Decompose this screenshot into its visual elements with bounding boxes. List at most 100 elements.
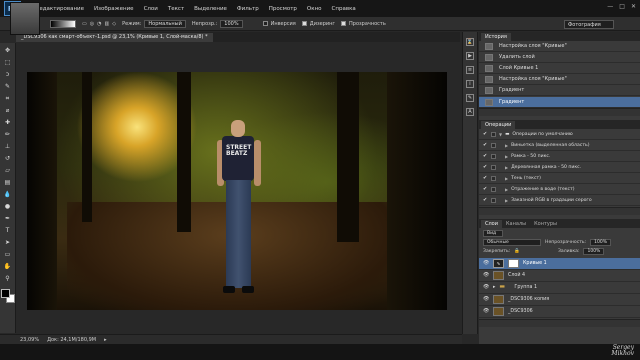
action-set[interactable]: ✔ ▼ ▬ Операции по умолчанию (479, 129, 640, 140)
menu-item-filter[interactable]: Фильтр (232, 6, 264, 12)
expand-arrow-icon[interactable]: ▶ (505, 165, 508, 170)
move-tool-icon[interactable]: ✥ (3, 46, 13, 55)
inverse-checkbox[interactable] (262, 21, 268, 26)
document-image[interactable]: STREET BEATZ (27, 72, 447, 310)
healing-brush-tool-icon[interactable]: ✚ (3, 118, 13, 127)
canvas-area[interactable]: STREET BEATZ (17, 42, 462, 334)
brush-tool-icon[interactable]: ✏ (3, 130, 13, 139)
gradient-radial-icon[interactable]: ◎ (90, 21, 94, 27)
properties-panel-icon[interactable]: ≡ (466, 66, 474, 74)
crop-tool-icon[interactable]: ⌗ (3, 94, 13, 103)
blur-tool-icon[interactable]: 💧 (3, 190, 13, 199)
history-brush-tool-icon[interactable]: ↺ (3, 154, 13, 163)
gradient-angle-icon[interactable]: ◔ (97, 21, 101, 27)
history-item[interactable]: Слой Кривые 1 (479, 63, 640, 74)
opacity-input[interactable]: 100% (220, 19, 243, 28)
history-item[interactable]: Градиент (479, 85, 640, 96)
dodge-tool-icon[interactable]: ● (3, 202, 13, 211)
info-panel-icon[interactable]: i (466, 80, 474, 88)
layer-row[interactable]: 👁 ∿ Кривые 1 (479, 258, 640, 270)
expand-arrow-icon[interactable]: ▼ (499, 132, 502, 137)
expand-arrow-icon[interactable]: ▶ (505, 187, 508, 192)
color-swatches[interactable] (0, 289, 15, 303)
action-item[interactable]: ✔ ▶ Виньетка (выделенная область) (479, 140, 640, 151)
marquee-tool-icon[interactable]: ⬚ (3, 58, 13, 67)
action-item[interactable]: ✔ ▶ Рамка - 50 пикс. (479, 151, 640, 162)
maximize-icon[interactable]: □ (619, 3, 625, 10)
action-item[interactable]: ✔ ▶ Тень (текст) (479, 173, 640, 184)
expand-arrow-icon[interactable]: ▶ (505, 176, 508, 181)
expand-arrow-icon[interactable]: ▶ (505, 198, 508, 203)
expand-arrow-icon[interactable]: ▶ (505, 143, 508, 148)
action-item[interactable]: ✔ ▶ Деревянная рамка - 50 пикс. (479, 162, 640, 173)
eye-icon[interactable]: 👁 (483, 261, 489, 266)
eye-icon[interactable]: 👁 (483, 273, 489, 278)
tab-paths[interactable]: Контуры (530, 220, 561, 228)
actions-panel-icon[interactable]: ▶ (466, 52, 474, 60)
menu-item-window[interactable]: Окно (302, 6, 327, 12)
close-icon[interactable]: ✕ (631, 3, 636, 10)
gradient-preview[interactable] (50, 19, 76, 28)
eye-icon[interactable]: 👁 (483, 285, 489, 290)
zoom-level[interactable]: 23,09% (20, 337, 39, 343)
layer-opacity-input[interactable]: 100% (590, 239, 612, 246)
hand-tool-icon[interactable]: ✋ (3, 262, 13, 271)
transparency-checkbox[interactable] (341, 21, 347, 26)
tab-channels[interactable]: Каналы (502, 220, 530, 228)
tab-history[interactable]: История (481, 33, 511, 41)
check-icon[interactable]: ✔ (483, 186, 488, 192)
lasso-tool-icon[interactable]: ↄ (3, 70, 13, 79)
history-item[interactable]: Настройка слоя "Кривые" (479, 74, 640, 85)
layer-row[interactable]: 👁 _DSC9306 копия (479, 294, 640, 306)
expand-arrow-icon[interactable]: ▸ (493, 285, 495, 290)
shape-tool-icon[interactable]: ▭ (3, 250, 13, 259)
gradient-tool-icon[interactable]: ▤ (3, 178, 13, 187)
workspace-select[interactable]: Фотография (564, 20, 614, 29)
menu-item-text[interactable]: Текст (163, 6, 189, 12)
pen-tool-icon[interactable]: ✒ (3, 214, 13, 223)
minimize-icon[interactable]: — (607, 3, 613, 10)
menu-item-help[interactable]: Справка (327, 6, 361, 12)
path-select-tool-icon[interactable]: ➤ (3, 238, 13, 247)
check-icon[interactable]: ✔ (483, 131, 488, 137)
fill-input[interactable]: 100% (583, 248, 605, 255)
layer-kind-filter[interactable]: Вид (483, 230, 503, 237)
action-item[interactable]: ✔ ▶ Отражение в воде (текст) (479, 184, 640, 195)
type-tool-icon[interactable]: T (3, 226, 13, 235)
character-panel-icon[interactable]: A (466, 108, 474, 116)
check-icon[interactable]: ✔ (483, 142, 488, 148)
layer-row[interactable]: 👁 _DSC9306 (479, 306, 640, 318)
menu-item-layers[interactable]: Слои (139, 6, 163, 12)
lock-icon[interactable]: 🔒 (514, 249, 520, 254)
check-icon[interactable]: ✔ (483, 175, 488, 181)
brush-panel-icon[interactable]: ✎ (466, 94, 474, 102)
menu-item-select[interactable]: Выделение (189, 6, 232, 12)
foreground-color-swatch[interactable] (0, 289, 10, 298)
clone-stamp-tool-icon[interactable]: ⊥ (3, 142, 13, 151)
blend-mode-select[interactable]: Обычные (483, 239, 541, 246)
gradient-reflected-icon[interactable]: ▥ (104, 21, 109, 27)
eyedropper-tool-icon[interactable]: ⌀ (3, 106, 13, 115)
gradient-linear-icon[interactable]: ▭ (82, 21, 87, 27)
dither-checkbox[interactable] (301, 21, 307, 26)
zoom-tool-icon[interactable]: ⚲ (3, 274, 13, 283)
check-icon[interactable]: ✔ (483, 197, 488, 203)
history-item[interactable]: Удалить слой (479, 52, 640, 63)
history-item-selected[interactable]: Градиент (479, 97, 640, 108)
quick-select-tool-icon[interactable]: ✎ (3, 82, 13, 91)
tab-layers[interactable]: Слои (481, 220, 502, 228)
mode-select[interactable]: Нормальный (144, 19, 186, 28)
status-arrow-icon[interactable]: ▸ (104, 337, 107, 343)
menu-item-view[interactable]: Просмотр (264, 6, 302, 12)
eye-icon[interactable]: 👁 (483, 297, 489, 302)
document-tab[interactable]: _DSC9306 как смарт-объект-1.psd @ 23,1% … (16, 33, 213, 42)
history-item[interactable]: Настройка слоя "Кривые" (479, 41, 640, 52)
menu-item-image[interactable]: Изображение (89, 6, 139, 12)
gradient-diamond-icon[interactable]: ◇ (112, 21, 116, 27)
history-panel-icon[interactable]: ⌛ (466, 38, 474, 46)
expand-arrow-icon[interactable]: ▶ (505, 154, 508, 159)
check-icon[interactable]: ✔ (483, 153, 488, 159)
eraser-tool-icon[interactable]: ▱ (3, 166, 13, 175)
eye-icon[interactable]: 👁 (483, 309, 489, 314)
layer-row[interactable]: 👁 Слой 4 (479, 270, 640, 282)
